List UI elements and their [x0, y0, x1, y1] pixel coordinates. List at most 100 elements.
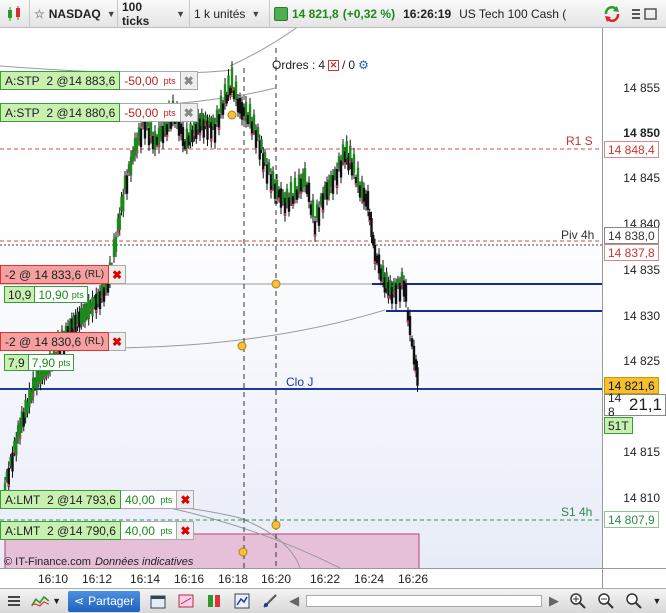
- position-text: -2 @ 14 830,6: [5, 334, 82, 349]
- close-position-icon[interactable]: ✖: [109, 332, 127, 351]
- order-label: A:STP 2 @14 883,6: [0, 71, 121, 90]
- top-toolbar: ☆ NASDAQ ▼ 100 ticks ▼ 1 k unités ▼ 14 8…: [0, 0, 666, 28]
- menu-icon[interactable]: [3, 591, 25, 611]
- candle-body: [221, 103, 225, 115]
- orders-count-pending: 0: [348, 58, 356, 72]
- candles-group: [3, 61, 419, 509]
- price-tick: 14 810: [623, 491, 660, 505]
- candle-body: [408, 315, 412, 336]
- tick-dot: [94, 309, 98, 313]
- candle-body: [303, 168, 307, 187]
- zoom-reset-icon[interactable]: [623, 591, 645, 611]
- candle-body: [366, 191, 370, 210]
- time-tick: 16:18: [217, 572, 249, 586]
- candle-body: [139, 128, 143, 148]
- calendar-icon[interactable]: [147, 591, 169, 611]
- position-tag[interactable]: -2 @ 14 833,6 (RL) ✖: [0, 265, 127, 284]
- orders-summary[interactable]: Ordres : 4 ✕ / 0 ⚙: [272, 58, 369, 72]
- order-tag-limit[interactable]: A:LMT 2 @14 793,6 40,00 pts ✖: [0, 490, 195, 509]
- trade-icon[interactable]: [203, 591, 225, 611]
- position-tag[interactable]: -2 @ 14 830,6 (RL) ✖: [0, 332, 127, 351]
- r1-price-box: 14 848,4: [604, 141, 659, 158]
- chart-area[interactable]: Ordres : 4 ✕ / 0 ⚙ A:STP 2 @14 883,6 -50…: [0, 28, 602, 568]
- cancel-order-icon[interactable]: ✖: [180, 103, 198, 122]
- tick-dot: [43, 376, 46, 379]
- drag-handle[interactable]: [227, 110, 237, 120]
- drag-handle[interactable]: [237, 341, 247, 351]
- horizontal-scrollbar[interactable]: [306, 595, 542, 607]
- order-tag-stop[interactable]: A:STP 2 @14 883,6 -50,00 pts ✖: [0, 71, 198, 90]
- chart-type-selector[interactable]: [0, 0, 30, 28]
- r1-price: 14 848,4: [608, 142, 655, 157]
- share-label: Partager: [88, 594, 135, 608]
- order-type: A:STP: [5, 73, 40, 88]
- drag-handle[interactable]: [271, 520, 281, 530]
- gear-icon[interactable]: ⚙: [358, 58, 369, 72]
- current-price-prefix: 14 8: [608, 391, 622, 419]
- cancel-order-icon[interactable]: ✖: [177, 490, 195, 509]
- s1-price-box: 14 807,9: [604, 511, 659, 528]
- candle-body: [252, 114, 256, 130]
- order-pts-value: 40,00: [124, 523, 155, 538]
- order-qty: 2: [47, 492, 54, 507]
- close-icon[interactable]: ✕: [328, 59, 340, 71]
- scroll-right-icon[interactable]: ▶: [547, 591, 561, 611]
- candle-body: [248, 104, 252, 123]
- order-pts: -50,00 pts: [120, 71, 181, 90]
- drawing-tools-icon[interactable]: [259, 591, 281, 611]
- time-axis[interactable]: 16:10 16:12 16:14 16:16 16:18 16:20 16:2…: [0, 568, 602, 588]
- interval-label: 100 ticks: [122, 0, 150, 28]
- tick-dot: [217, 127, 221, 130]
- window-menu-icon[interactable]: [630, 5, 660, 23]
- order-pts-value: -50,00: [124, 105, 159, 120]
- order-pts: 40,00 pts: [120, 490, 178, 509]
- order-pts-unit: pts: [163, 107, 176, 118]
- tick-dot: [209, 138, 213, 142]
- order-tag-limit[interactable]: A:LMT 2 @14 790,6 40,00 pts ✖: [0, 521, 195, 540]
- drag-handle[interactable]: [238, 547, 248, 557]
- cancel-order-icon[interactable]: ✖: [177, 521, 195, 540]
- pnl-pts-value: 7,90: [31, 355, 56, 370]
- tick-dot: [283, 213, 287, 216]
- tick-dot: [198, 132, 202, 136]
- candle-body: [307, 182, 311, 202]
- order-tag-stop[interactable]: A:STP 2 @14 880,6 -50,00 pts ✖: [0, 103, 198, 122]
- order-qty: 2: [46, 73, 54, 88]
- time-tick: 16:20: [260, 572, 292, 586]
- scroll-left-icon[interactable]: ◀: [287, 591, 301, 611]
- close-position-icon[interactable]: ✖: [109, 265, 127, 284]
- screenshot-icon[interactable]: [175, 591, 197, 611]
- candle-body: [356, 167, 360, 187]
- symbol-selector[interactable]: ☆ NASDAQ ▼: [30, 0, 118, 28]
- tick-dot: [313, 234, 317, 237]
- order-pts-unit: pts: [160, 525, 173, 536]
- tick-dot: [18, 436, 22, 440]
- pnl-value: 10,9: [4, 286, 36, 303]
- share-button[interactable]: ⋖ Partager: [68, 590, 141, 612]
- position-pnl: 10,9 10,90 pts: [4, 286, 88, 303]
- time-tick: 16:14: [129, 572, 161, 586]
- pnl-value: 7,9: [4, 354, 29, 371]
- compare-icon[interactable]: [231, 591, 253, 611]
- candle-body: [114, 236, 118, 253]
- tick-dot: [291, 203, 295, 207]
- cancel-order-icon[interactable]: ✖: [180, 71, 198, 90]
- orders-label: Ordres :: [272, 58, 316, 72]
- zoom-in-icon[interactable]: [567, 591, 589, 611]
- position-tag-text: (RL): [84, 336, 105, 347]
- orders-count-active: 4: [318, 58, 326, 72]
- last-price: 14 821,8: [292, 6, 339, 21]
- drag-handle[interactable]: [271, 279, 281, 289]
- interval-selector[interactable]: 100 ticks ▼: [118, 0, 190, 28]
- zoom-out-icon[interactable]: [595, 591, 617, 611]
- indicators-icon[interactable]: ▼: [31, 591, 61, 611]
- price-axis[interactable]: 14 855 14 850 14 845 14 840 14 835 14 83…: [602, 28, 666, 568]
- units-selector[interactable]: 1 k unités ▼: [190, 0, 270, 28]
- instrument-name: US Tech 100 Cash (: [459, 6, 567, 21]
- refresh-icon[interactable]: [602, 4, 622, 24]
- chevron-down-icon[interactable]: ▼: [651, 591, 663, 611]
- pivot-price-box: 14 838,0: [604, 227, 659, 244]
- pivot-price-b: 14 837,8: [608, 245, 655, 260]
- candle-body: [404, 284, 408, 302]
- ticks-left-box: 51T: [604, 417, 633, 434]
